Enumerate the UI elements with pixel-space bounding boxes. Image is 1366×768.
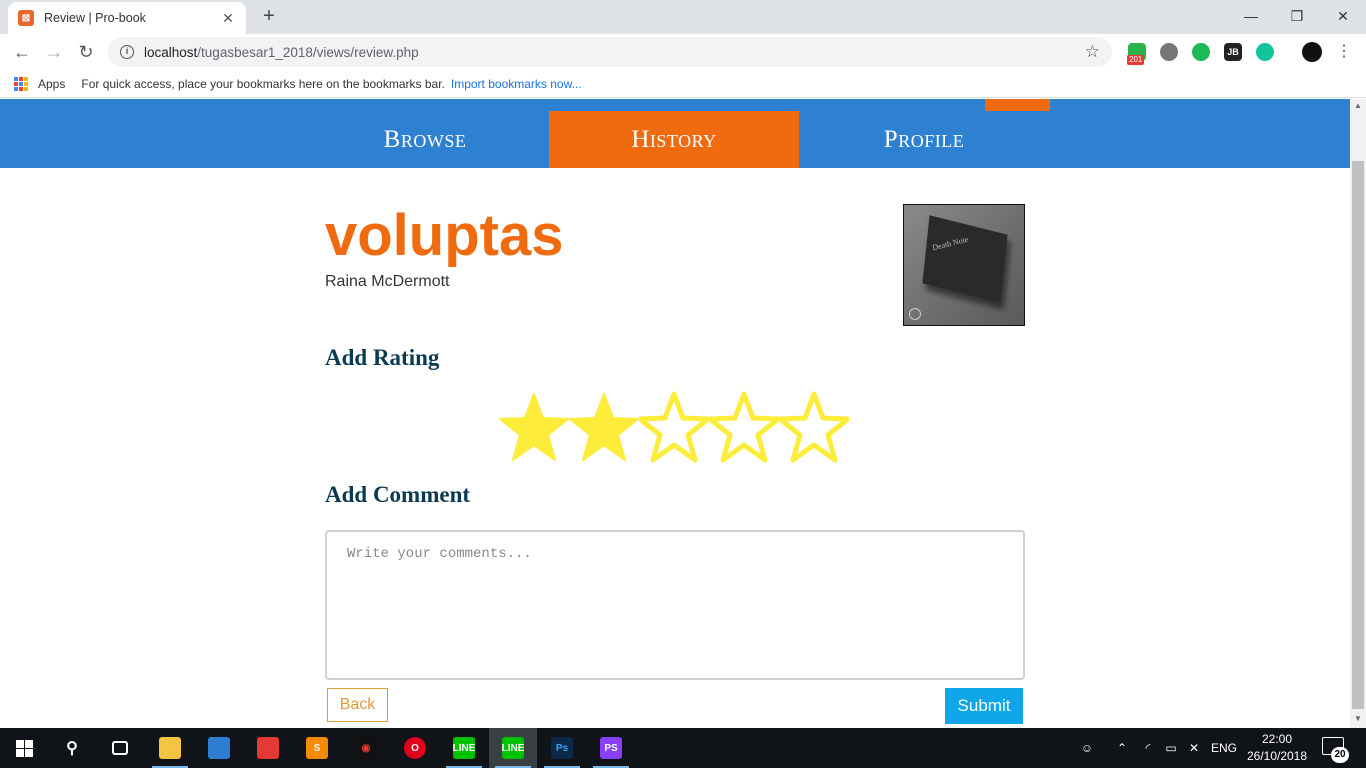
nav-profile[interactable]: Profile bbox=[799, 111, 1049, 168]
url-host: localhost bbox=[144, 44, 198, 60]
close-window-button[interactable]: ✕ bbox=[1320, 4, 1366, 28]
share-extension-icon[interactable] bbox=[1192, 43, 1210, 61]
gift-icon[interactable] bbox=[244, 728, 292, 768]
profile-avatar[interactable] bbox=[1302, 42, 1322, 62]
clock-date: 26/10/2018 bbox=[1246, 749, 1308, 763]
nav-history[interactable]: History bbox=[549, 111, 799, 168]
scroll-thumb[interactable] bbox=[1352, 161, 1364, 709]
task-view-icon[interactable] bbox=[96, 728, 144, 768]
sublime-icon[interactable]: S bbox=[293, 728, 341, 768]
book-cover-image: Death Note bbox=[903, 204, 1025, 326]
url-path: /tugasbesar1_2018/views/review.php bbox=[197, 44, 419, 60]
reload-icon[interactable]: ↻ bbox=[74, 40, 98, 64]
comment-heading: Add Comment bbox=[325, 482, 471, 507]
comment-textarea[interactable] bbox=[325, 530, 1025, 680]
star-empty-icon[interactable] bbox=[639, 391, 709, 465]
page-viewport: Browse History Profile voluptas Raina Mc… bbox=[0, 99, 1350, 728]
back-arrow-icon[interactable]: ← bbox=[10, 40, 34, 64]
page-scrollbar[interactable]: ▲ ▼ bbox=[1350, 99, 1366, 728]
star-empty-icon[interactable] bbox=[779, 391, 849, 465]
back-button[interactable]: Back bbox=[327, 688, 388, 722]
opera-icon[interactable]: O bbox=[391, 728, 439, 768]
phpstorm-icon[interactable]: PS bbox=[587, 728, 635, 768]
grammarly-extension-icon[interactable] bbox=[1256, 43, 1274, 61]
line-icon-active[interactable]: LINE bbox=[489, 728, 537, 768]
import-bookmarks-link[interactable]: Import bookmarks now... bbox=[451, 77, 582, 91]
start-icon[interactable] bbox=[0, 728, 48, 768]
volume-muted-icon[interactable]: ✕ bbox=[1183, 728, 1205, 768]
wifi-icon[interactable]: ◜ bbox=[1137, 728, 1159, 768]
main-navbar: Browse History Profile bbox=[0, 99, 1350, 168]
star-filled-icon[interactable] bbox=[499, 391, 569, 465]
tab-close-icon[interactable]: ✕ bbox=[220, 10, 236, 27]
language-indicator[interactable]: ENG bbox=[1208, 728, 1240, 768]
file-explorer-icon[interactable] bbox=[146, 728, 194, 768]
jetbrains-extension-icon[interactable]: JB bbox=[1224, 43, 1242, 61]
browser-tab[interactable]: ⊠ Review | Pro-book ✕ bbox=[8, 2, 246, 34]
xampp-favicon-icon: ⊠ bbox=[18, 10, 34, 26]
scroll-up-icon[interactable]: ▲ bbox=[1350, 101, 1366, 113]
photoshop-icon[interactable]: Ps bbox=[538, 728, 586, 768]
bookmarks-bar: Apps For quick access, place your bookma… bbox=[0, 70, 1366, 98]
extension-badge: 201 bbox=[1127, 55, 1145, 65]
tab-title: Review | Pro-book bbox=[44, 11, 146, 25]
game-icon[interactable]: ◉ bbox=[342, 728, 390, 768]
store-icon[interactable] bbox=[195, 728, 243, 768]
bookmark-star-icon[interactable]: ☆ bbox=[1085, 42, 1100, 62]
tab-strip: ⊠ Review | Pro-book ✕ + — ❐ ✕ bbox=[0, 0, 1366, 34]
search-icon[interactable]: ⚲ bbox=[48, 728, 96, 768]
forward-arrow-icon[interactable]: → bbox=[42, 40, 66, 64]
apps-grid-icon[interactable] bbox=[14, 76, 28, 91]
book-title: voluptas bbox=[325, 203, 564, 268]
address-bar[interactable]: i localhost/tugasbesar1_2018/views/revie… bbox=[108, 37, 1112, 67]
minimize-button[interactable]: — bbox=[1228, 4, 1274, 28]
chrome-menu-icon[interactable]: ⋮ bbox=[1336, 40, 1352, 64]
notification-badge: 20 bbox=[1331, 747, 1349, 763]
cover-notebook bbox=[922, 215, 1008, 303]
new-tab-button[interactable]: + bbox=[258, 6, 280, 28]
site-info-icon[interactable]: i bbox=[120, 45, 134, 59]
star-rating[interactable] bbox=[499, 391, 849, 465]
apps-link[interactable]: Apps bbox=[38, 77, 65, 91]
star-filled-icon[interactable] bbox=[569, 391, 639, 465]
navbar-accent bbox=[985, 99, 1050, 111]
restore-button[interactable]: ❐ bbox=[1274, 4, 1320, 28]
rating-heading: Add Rating bbox=[325, 345, 440, 370]
people-icon[interactable]: ☺ bbox=[1074, 728, 1100, 768]
clock-time: 22:00 bbox=[1261, 732, 1293, 746]
windows-taskbar: ⚲ S ◉ O LINE LINE Ps PS ☺ ⌃ ◜ ▭ ✕ ENG 22… bbox=[0, 728, 1366, 768]
bookmarks-hint: For quick access, place your bookmarks h… bbox=[81, 76, 445, 91]
battery-icon[interactable]: ▭ bbox=[1160, 728, 1182, 768]
cover-watermark-icon bbox=[909, 308, 921, 320]
submit-button[interactable]: Submit bbox=[945, 688, 1023, 724]
browser-toolbar: ← → ↻ i localhost/tugasbesar1_2018/views… bbox=[0, 34, 1366, 70]
clock[interactable]: 22:00 26/10/2018 bbox=[1245, 731, 1309, 765]
star-empty-icon[interactable] bbox=[709, 391, 779, 465]
tray-chevron-icon[interactable]: ⌃ bbox=[1110, 728, 1134, 768]
nav-browse[interactable]: Browse bbox=[300, 111, 550, 168]
book-author: Raina McDermott bbox=[325, 273, 450, 290]
line-icon[interactable]: LINE bbox=[440, 728, 488, 768]
scroll-down-icon[interactable]: ▼ bbox=[1350, 714, 1366, 726]
lightbulb-extension-icon[interactable] bbox=[1160, 43, 1178, 61]
